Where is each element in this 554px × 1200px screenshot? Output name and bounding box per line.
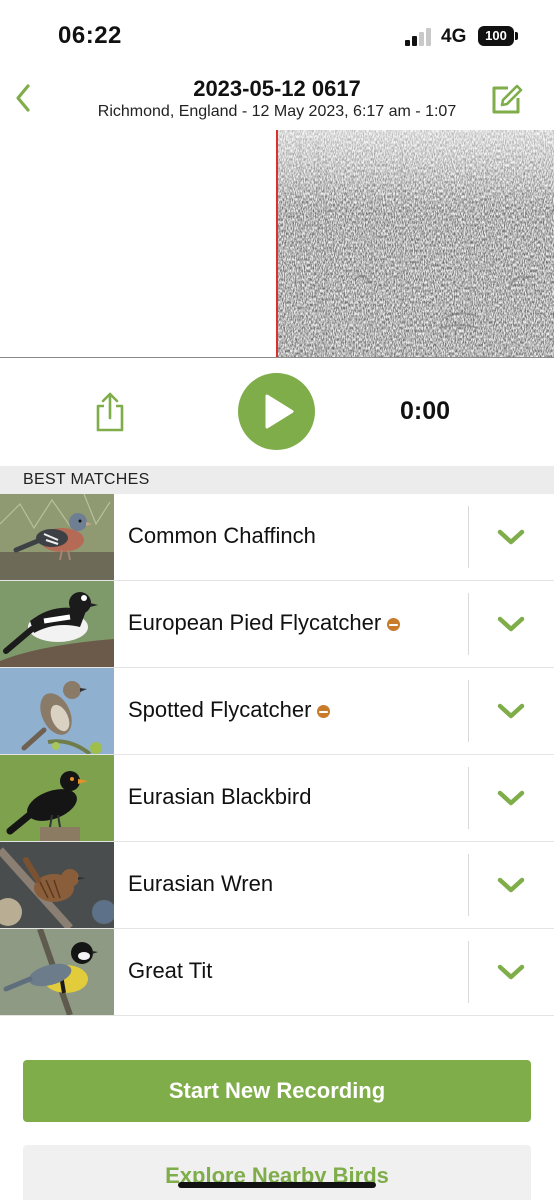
recording-subtitle: Richmond, England - 12 May 2023, 6:17 am… [97,103,457,120]
bird-thumbnail [0,842,114,928]
divider [468,680,469,742]
divider [468,854,469,916]
expand-button[interactable] [494,526,528,548]
expand-button[interactable] [494,700,528,722]
expand-button[interactable] [494,787,528,809]
match-name: Eurasian Wren [128,871,273,897]
match-row-european-pied-flycatcher[interactable]: European Pied Flycatcher [0,581,554,668]
divider [468,593,469,655]
chevron-down-icon [497,616,525,632]
explore-nearby-birds-button[interactable]: Explore Nearby Birds [23,1145,531,1200]
rare-badge-icon [317,705,331,718]
matches-list: Common Chaffinch European Pied Flycatche… [0,494,554,1016]
start-new-recording-button[interactable]: Start New Recording [23,1060,531,1122]
match-name: Great Tit [128,958,212,984]
home-indicator[interactable] [178,1182,376,1188]
edit-icon [492,84,523,114]
cell-signal-icon [405,28,433,46]
match-row-eurasian-blackbird[interactable]: Eurasian Blackbird [0,755,554,842]
battery-tip [515,32,518,40]
match-name: Common Chaffinch [128,523,316,549]
divider [468,506,469,568]
bird-name: Great Tit [128,958,213,983]
expand-button[interactable] [494,961,528,983]
chevron-down-icon [497,703,525,719]
match-row-eurasian-wren[interactable]: Eurasian Wren [0,842,554,929]
play-button[interactable] [238,373,315,450]
chevron-down-icon [497,529,525,545]
best-matches-header: BEST MATCHES [0,466,554,494]
chevron-down-icon [497,877,525,893]
expand-button[interactable] [494,874,528,896]
page-title: 2023-05-12 0617 [193,76,361,101]
play-icon [265,394,294,429]
bird-thumbnail [0,755,114,841]
section-title: BEST MATCHES [23,471,150,488]
match-name: European Pied Flycatcher [128,610,401,636]
bird-thumbnail [0,494,114,580]
bird-thumbnail [0,581,114,667]
status-bar: 06:22 4G 100 [0,0,554,72]
spectrogram[interactable] [0,130,554,358]
share-button[interactable] [92,390,128,432]
battery-icon: 100 [478,26,514,46]
match-row-great-tit[interactable]: Great Tit [0,929,554,1016]
bird-thumbnail [0,929,114,1015]
playhead[interactable] [276,130,278,357]
network-type: 4G [441,26,467,47]
share-icon [96,392,124,432]
chevron-down-icon [497,790,525,806]
match-row-common-chaffinch[interactable]: Common Chaffinch [0,494,554,581]
bird-name: Common Chaffinch [128,523,316,548]
match-name: Eurasian Blackbird [128,784,311,810]
bird-name: Eurasian Blackbird [128,784,312,809]
match-row-spotted-flycatcher[interactable]: Spotted Flycatcher [0,668,554,755]
divider [468,767,469,829]
status-time: 06:22 [58,22,122,49]
playback-time: 0:00 [400,397,451,425]
match-name: Spotted Flycatcher [128,697,331,723]
bird-name: Spotted Flycatcher [128,697,312,722]
player-controls: 0:00 [0,358,554,466]
expand-button[interactable] [494,613,528,635]
edit-button[interactable] [486,78,526,118]
divider [468,941,469,1003]
bird-name: Eurasian Wren [128,871,274,896]
bird-thumbnail [0,668,114,754]
chevron-down-icon [497,964,525,980]
bird-name: European Pied Flycatcher [128,610,382,635]
header: 2023-05-12 0617 Richmond, England - 12 M… [0,72,554,130]
rare-badge-icon [387,618,401,631]
